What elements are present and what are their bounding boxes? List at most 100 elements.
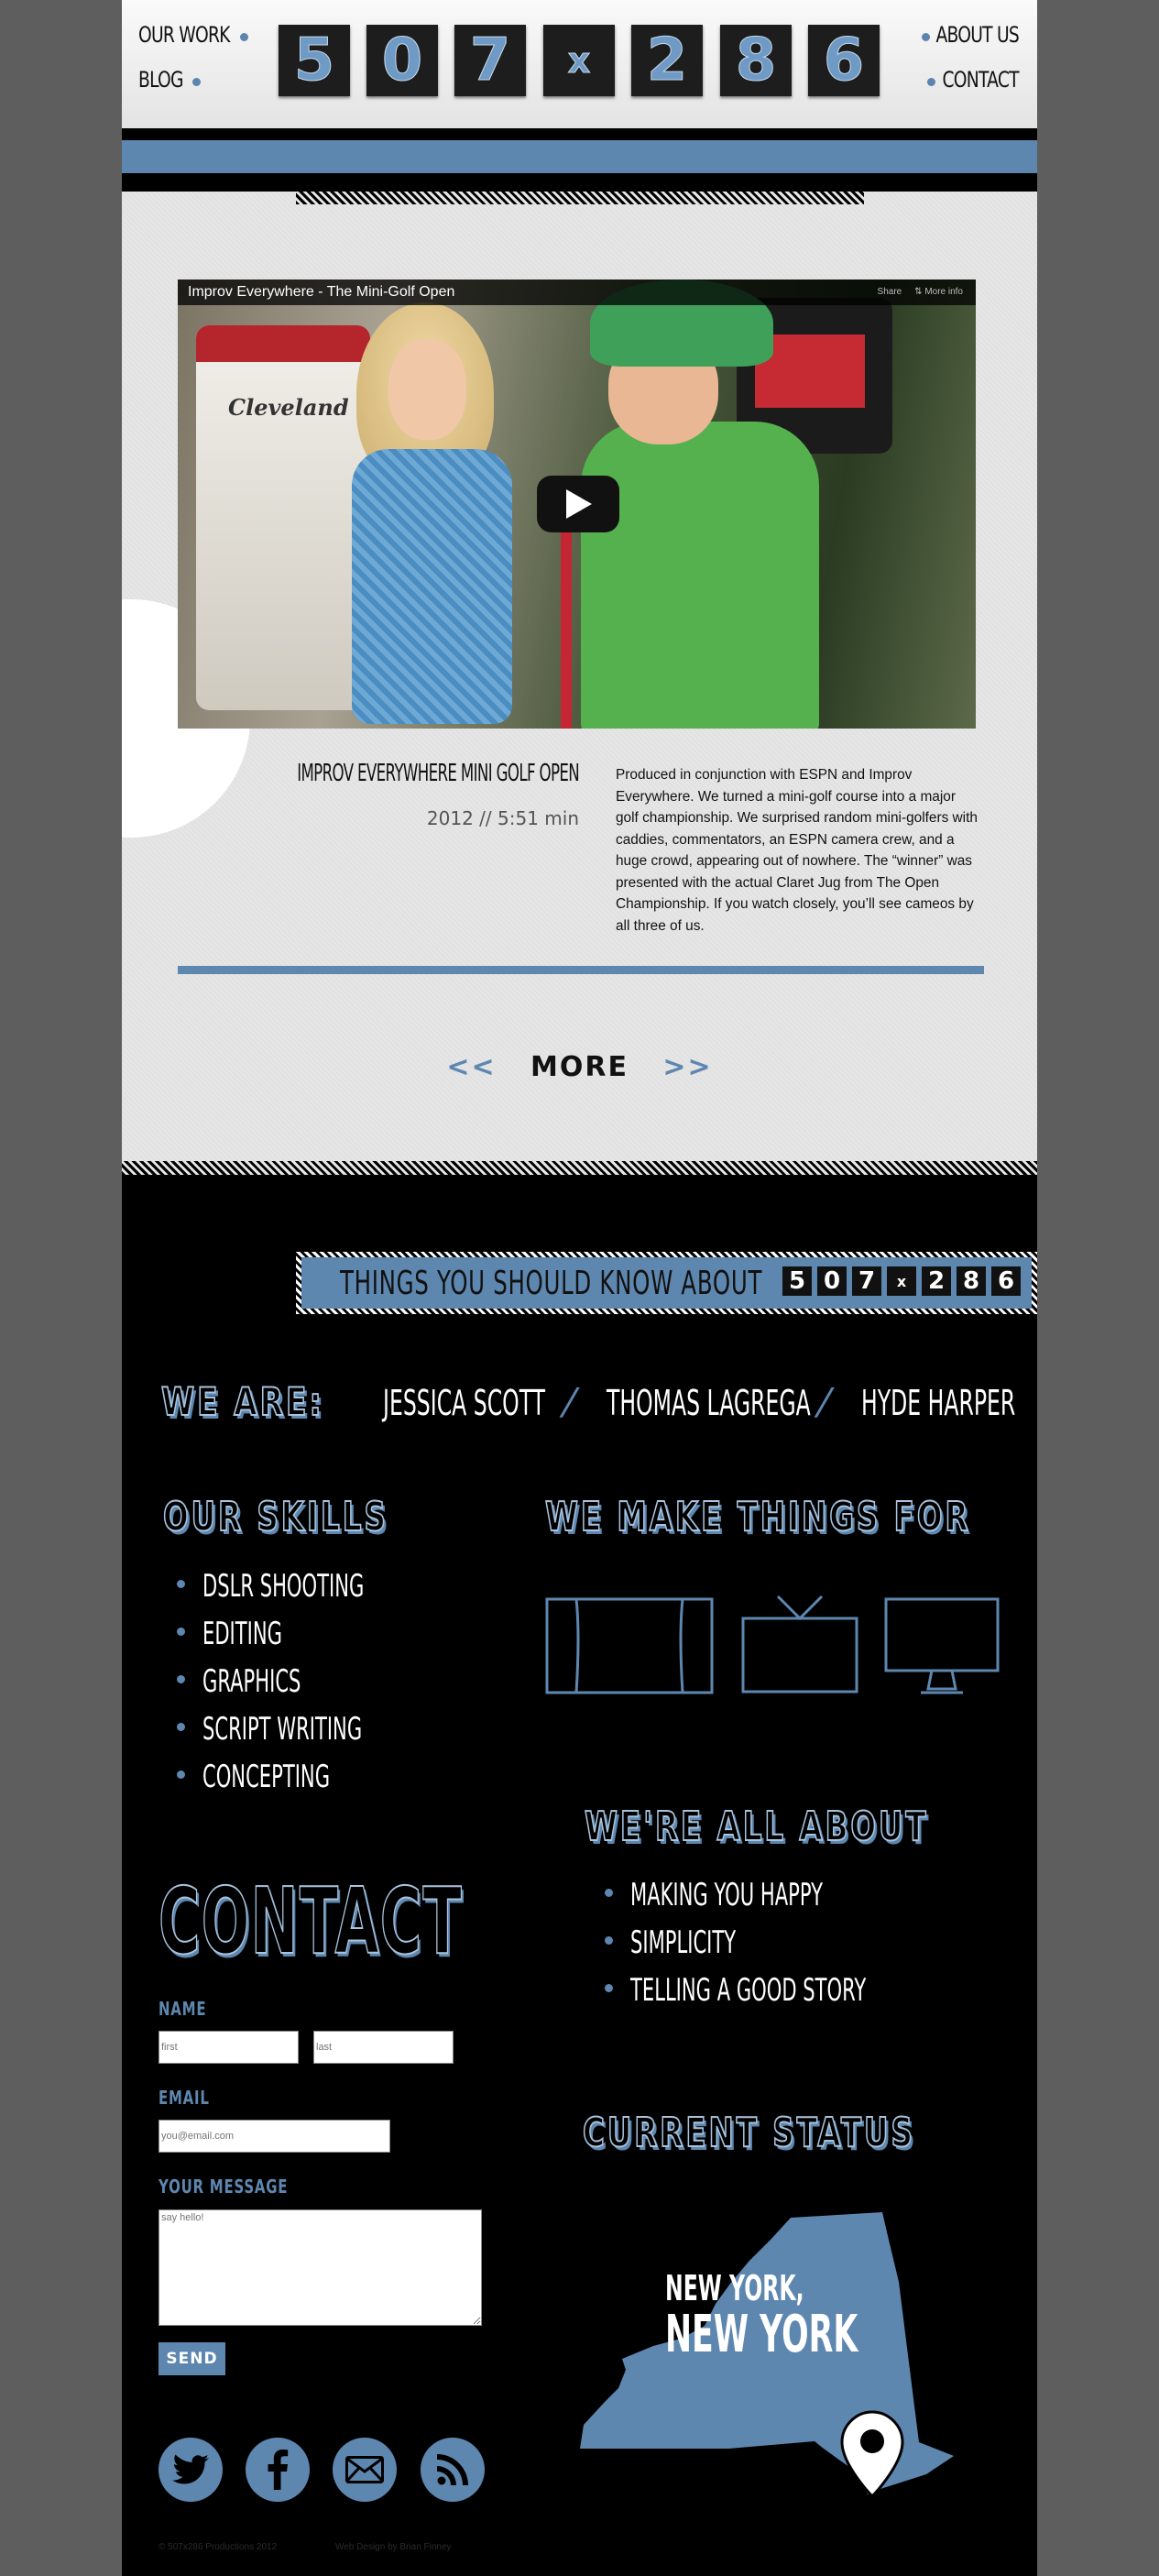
video-thumbnail-girl: [333, 302, 517, 729]
message-field[interactable]: [159, 2209, 482, 2326]
new-york-state-map: [580, 2212, 954, 2494]
facebook-icon: [268, 2450, 289, 2490]
play-icon: [566, 489, 592, 519]
about-item-label: SIMPLICITY: [630, 1924, 737, 1961]
message-label: YOUR MESSAGE: [159, 2176, 289, 2198]
list-item: SCRIPT WRITING: [177, 1705, 463, 1753]
about-item-label: MAKING YOU HAPPY: [630, 1877, 824, 1913]
skill-label: EDITING: [202, 1616, 282, 1652]
previous-button[interactable]: <<: [446, 1051, 496, 1083]
list-item: EDITING: [177, 1610, 463, 1658]
send-button[interactable]: SEND: [159, 2342, 225, 2375]
location-pin-icon: [840, 2410, 904, 2498]
skill-label: CONCEPTING: [202, 1759, 331, 1795]
email-label: EMAIL: [159, 2087, 210, 2109]
featured-video-section: Cleveland Improv Everywhere - The Mini-G…: [122, 192, 1037, 1175]
skill-label: DSLR SHOOTING: [202, 1568, 365, 1605]
more-info-link[interactable]: More info: [924, 287, 963, 297]
first-name-field[interactable]: [159, 2031, 299, 2064]
mini-logo-char: 5: [782, 1266, 812, 1296]
video-thumbnail-bag-logo: Cleveland: [228, 394, 349, 421]
mini-logo-char: 2: [922, 1266, 951, 1296]
current-status-heading: CURRENT STATUS: [582, 2109, 915, 2157]
logo-char: 6: [823, 27, 865, 94]
about-banner-inner: THINGS YOU SHOULD KNOW ABOUT 5 0 7 x 2 8…: [301, 1257, 1032, 1309]
play-button[interactable]: [537, 476, 619, 532]
logo-char: 5: [293, 27, 335, 94]
video-player-links: Share ⇅ More info: [878, 287, 963, 297]
more-info-icon: ⇅: [914, 287, 923, 297]
designer-credit[interactable]: Web Design by Brian Finney: [335, 2542, 452, 2552]
nav-blog[interactable]: BLOG: [138, 67, 184, 93]
nav-contact[interactable]: CONTACT: [943, 67, 1020, 93]
mini-logo-char: x: [887, 1266, 916, 1296]
list-item: CONCEPTING: [177, 1753, 463, 1801]
logo-box[interactable]: 7: [454, 25, 526, 96]
about-item-label: TELLING A GOOD STORY: [630, 1972, 867, 2009]
video-player-title[interactable]: Improv Everywhere - The Mini-Golf Open: [188, 284, 454, 301]
facebook-button[interactable]: [246, 2438, 310, 2502]
email-field[interactable]: [159, 2120, 390, 2153]
we-are-heading: WE ARE:: [160, 1378, 324, 1425]
logo-box[interactable]: 0: [366, 25, 438, 96]
video-player[interactable]: Cleveland Improv Everywhere - The Mini-G…: [178, 280, 976, 729]
film-screen-icon: [545, 1597, 714, 1694]
email-button[interactable]: [333, 2438, 397, 2502]
member-name: THOMAS LAGREGA: [607, 1383, 811, 1423]
contact-heading: CONTACT: [158, 1867, 464, 1976]
video-description: Produced in conjunction with ESPN and Im…: [616, 767, 978, 934]
twitter-button[interactable]: [159, 2438, 223, 2502]
skills-heading: OUR SKILLS: [162, 1493, 388, 1541]
make-things-heading: WE MAKE THINGS FOR: [544, 1493, 971, 1541]
name-separator: /: [812, 1381, 836, 1423]
skill-label: GRAPHICS: [202, 1663, 301, 1700]
list-item: SIMPLICITY: [605, 1919, 1011, 1967]
mini-logo: 5 0 7 x 2 8 6: [782, 1266, 1021, 1296]
rss-button[interactable]: [421, 2438, 485, 2502]
site-header: OUR WORK BLOG 5 0 7 x 2 8 6 ABOUT US CON…: [122, 0, 1037, 128]
list-item: DSLR SHOOTING: [177, 1562, 463, 1610]
status-city: NEW YORK,: [665, 2268, 804, 2308]
computer-monitor-icon: [884, 1597, 1000, 1694]
skill-label: SCRIPT WRITING: [202, 1711, 363, 1748]
pager: << MORE >>: [122, 1051, 1037, 1083]
rss-icon: [437, 2454, 468, 2485]
television-icon: [741, 1595, 858, 1694]
logo-box[interactable]: x: [543, 25, 615, 96]
nav-dot: [240, 33, 248, 41]
list-item: TELLING A GOOD STORY: [605, 1967, 1011, 2014]
all-about-heading: WE'RE ALL ABOUT: [584, 1803, 929, 1851]
list-item: MAKING YOU HAPPY: [605, 1871, 1011, 1919]
twitter-icon: [172, 2454, 209, 2484]
page: OUR WORK BLOG 5 0 7 x 2 8 6 ABOUT US CON…: [122, 0, 1037, 2576]
content-divider: [178, 966, 984, 974]
last-name-field[interactable]: [313, 2031, 454, 2064]
nav-dot: [927, 78, 935, 86]
logo-char: x: [567, 40, 591, 81]
header-blue-band: [122, 137, 1037, 176]
nav-dot: [922, 33, 930, 41]
skills-list: DSLR SHOOTING EDITING GRAPHICS SCRIPT WR…: [177, 1562, 463, 1801]
nav-about-us[interactable]: ABOUT US: [936, 22, 1020, 48]
more-button[interactable]: MORE: [530, 1051, 629, 1083]
logo-char: 2: [646, 27, 688, 94]
about-banner: THINGS YOU SHOULD KNOW ABOUT 5 0 7 x 2 8…: [296, 1252, 1037, 1314]
mini-logo-char: 6: [991, 1266, 1021, 1296]
logo-char: 8: [735, 27, 777, 94]
logo-box[interactable]: 5: [279, 25, 350, 96]
list-item: GRAPHICS: [177, 1658, 463, 1705]
all-about-list: MAKING YOU HAPPY SIMPLICITY TELLING A GO…: [605, 1871, 1011, 2014]
nav-our-work[interactable]: OUR WORK: [138, 22, 230, 48]
next-button[interactable]: >>: [662, 1051, 712, 1083]
girl-face: [388, 339, 466, 440]
video-meta: 2012 // 5:51 min: [426, 807, 579, 829]
status-state: NEW YORK: [665, 2305, 858, 2364]
logo-box[interactable]: 6: [808, 25, 880, 96]
hatch-divider: [296, 192, 864, 204]
logo-box[interactable]: 2: [631, 25, 703, 96]
logo-box[interactable]: 8: [720, 25, 792, 96]
nav-dot: [192, 78, 201, 86]
share-link[interactable]: Share: [878, 287, 902, 297]
member-name: HYDE HARPER: [861, 1383, 1016, 1423]
member-name: JESSICA SCOTT: [383, 1383, 546, 1423]
